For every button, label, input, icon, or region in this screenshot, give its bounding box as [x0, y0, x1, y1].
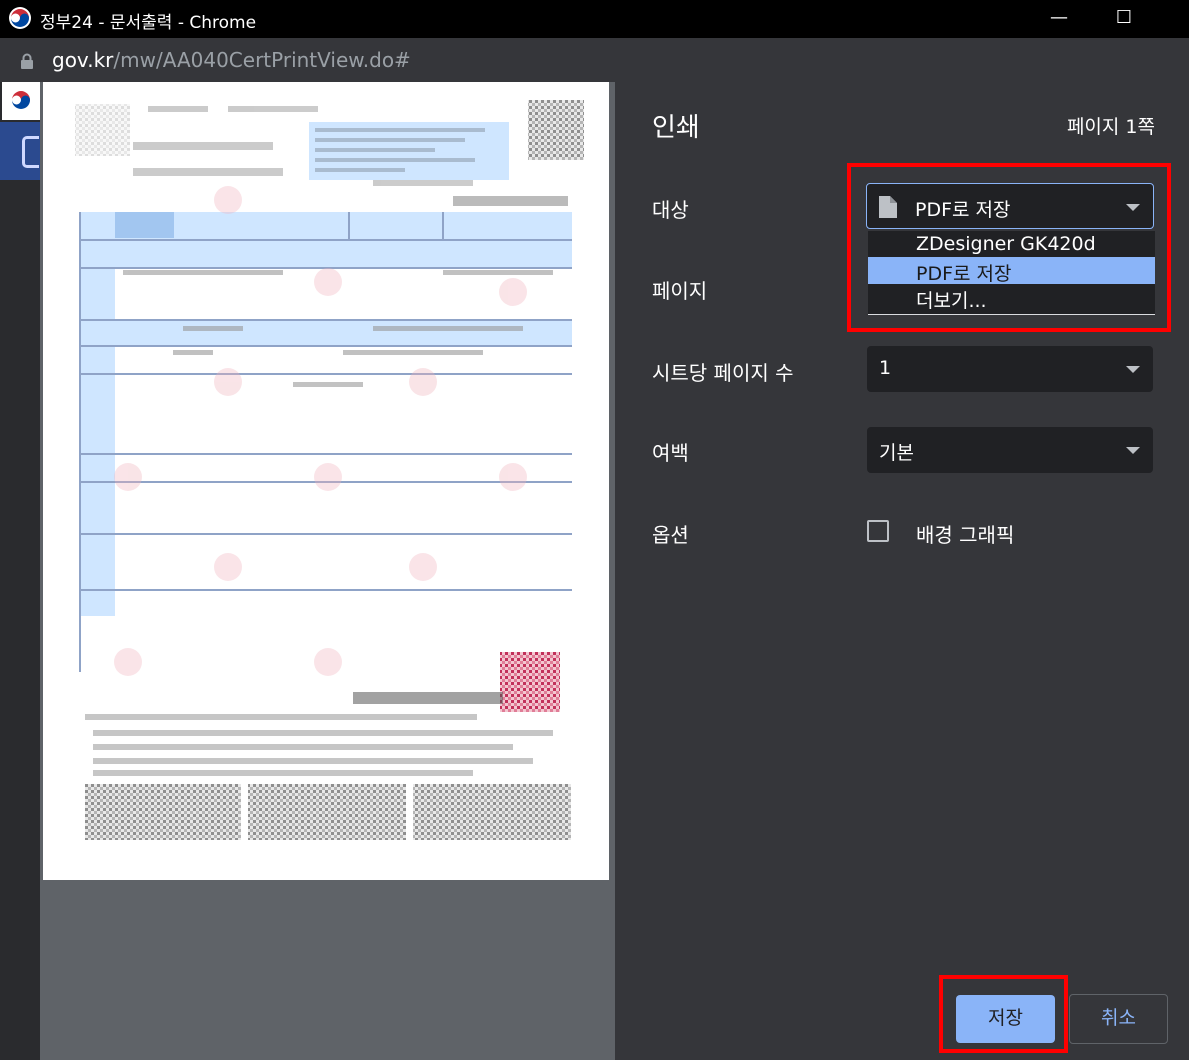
margins-select[interactable]: 기본	[867, 427, 1153, 473]
pages-label: 페이지	[652, 279, 708, 303]
pages-per-sheet-value: 1	[879, 357, 892, 379]
maximize-button[interactable]: ☐	[1094, 0, 1154, 38]
url-host: gov.kr	[52, 48, 114, 72]
pages-per-sheet-select[interactable]: 1	[867, 346, 1153, 392]
url-text: gov.kr/mw/AA040CertPrintView.do#	[52, 48, 411, 72]
address-bar[interactable]: gov.kr/mw/AA040CertPrintView.do#	[0, 38, 1189, 82]
pages-per-sheet-label: 시트당 페이지 수	[652, 361, 794, 385]
page-side-button[interactable]	[0, 122, 40, 180]
government-emblem-icon	[9, 7, 31, 29]
print-preview-area	[40, 82, 615, 1060]
title-bar: 정부24 - 문서출력 - Chrome — ☐	[0, 0, 1189, 38]
destination-label: 대상	[652, 198, 689, 222]
print-title: 인쇄	[652, 113, 700, 143]
bracket-icon	[22, 136, 39, 168]
print-settings-panel: 인쇄 페이지 1쪽 대상 PDF로 저장 ZDesigner GK420d PD…	[615, 82, 1189, 1060]
blurred-document-content	[75, 100, 584, 840]
highlight-box-save	[939, 975, 1068, 1053]
background-page-strip	[0, 82, 40, 1060]
site-logo	[2, 82, 40, 120]
page-count: 페이지 1쪽	[1066, 116, 1155, 138]
options-label: 옵션	[652, 523, 689, 547]
url-path: /mw/AA040CertPrintView.do#	[113, 48, 411, 72]
document-preview-page	[43, 82, 609, 880]
window-title: 정부24 - 문서출력 - Chrome	[40, 13, 257, 33]
margins-value: 기본	[879, 442, 914, 464]
chevron-down-icon	[1126, 447, 1140, 454]
cancel-button[interactable]: 취소	[1069, 994, 1168, 1044]
background-graphics-label: 배경 그래픽	[916, 523, 1015, 547]
minimize-button[interactable]: —	[1029, 0, 1089, 38]
margins-label: 여백	[652, 441, 689, 465]
taegeuk-icon	[12, 91, 30, 109]
highlight-box-destination	[847, 163, 1171, 332]
chevron-down-icon	[1126, 366, 1140, 373]
background-graphics-checkbox[interactable]	[867, 520, 889, 542]
lock-icon	[21, 53, 33, 69]
